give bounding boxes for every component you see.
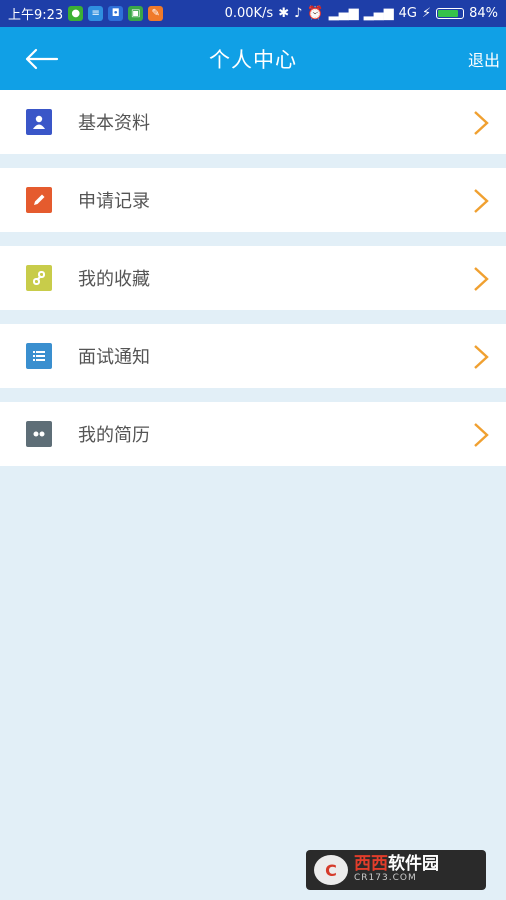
network-speed: 0.00K/s <box>224 6 274 21</box>
menu-item-interview-notices[interactable]: 面试通知 <box>0 324 506 388</box>
watermark-logo-icon: C <box>314 855 348 885</box>
menu-list: 基本资料 申请记录 我的收藏 面试通知 我的简历 <box>0 90 506 466</box>
bluetooth-icon: ✱ <box>278 6 290 21</box>
wechat-icon: ● <box>68 6 84 21</box>
battery-icon <box>436 8 465 19</box>
menu-item-favorites[interactable]: 我的收藏 <box>0 246 506 310</box>
chevron-right-icon <box>474 189 489 213</box>
shield-notify-icon: ◘ <box>108 6 124 21</box>
menu-item-basic-info[interactable]: 基本资料 <box>0 90 506 154</box>
user-icon <box>26 109 52 135</box>
weibo-icon: ✎ <box>148 6 164 21</box>
resume-icon <box>26 421 52 447</box>
pencil-icon <box>26 187 52 213</box>
battery-percent: 84% <box>469 6 498 21</box>
chevron-right-icon <box>474 267 489 291</box>
app-header: 个人中心 退出 <box>0 27 506 90</box>
menu-item-label: 我的收藏 <box>78 269 150 290</box>
menu-item-label: 基本资料 <box>78 113 150 134</box>
back-button[interactable] <box>18 39 64 79</box>
status-bar: 上午9:23 ● ≡ ◘ ▣ ✎ 0.00K/s ✱ ♪ ⏰ ▂▄▆ ▂▄▆ 4… <box>0 0 506 27</box>
menu-item-label: 我的简历 <box>78 425 150 446</box>
menu-item-my-resume[interactable]: 我的简历 <box>0 402 506 466</box>
chevron-right-icon <box>474 111 489 135</box>
chevron-right-icon <box>474 345 489 369</box>
app-notify-icon: ▣ <box>128 6 144 21</box>
menu-item-label: 面试通知 <box>78 347 150 368</box>
back-arrow-icon <box>25 48 59 70</box>
watermark-sub: CR173.COM <box>354 873 417 884</box>
signal-icon-2: ▂▄▆ <box>363 6 394 21</box>
signal-icon: ▂▄▆ <box>328 6 359 21</box>
menu-item-label: 申请记录 <box>78 191 150 212</box>
chevron-right-icon <box>474 423 489 447</box>
menu-item-application-records[interactable]: 申请记录 <box>0 168 506 232</box>
logout-button[interactable]: 退出 <box>468 47 500 71</box>
status-time: 上午9:23 <box>8 8 64 23</box>
alarm-icon: ⏰ <box>307 6 324 21</box>
page-title: 个人中心 <box>209 47 297 72</box>
site-watermark: C 西西软件园 CR173.COM <box>306 850 486 890</box>
watermark-brand-white: 软件园 <box>388 854 439 875</box>
link-icon <box>26 265 52 291</box>
list-icon <box>26 343 52 369</box>
silent-icon: ♪ <box>294 6 303 21</box>
charging-icon: ⚡ <box>421 6 432 21</box>
watermark-brand-red: 西西 <box>354 854 388 875</box>
message-icon: ≡ <box>88 6 104 21</box>
network-type: 4G <box>398 6 417 21</box>
